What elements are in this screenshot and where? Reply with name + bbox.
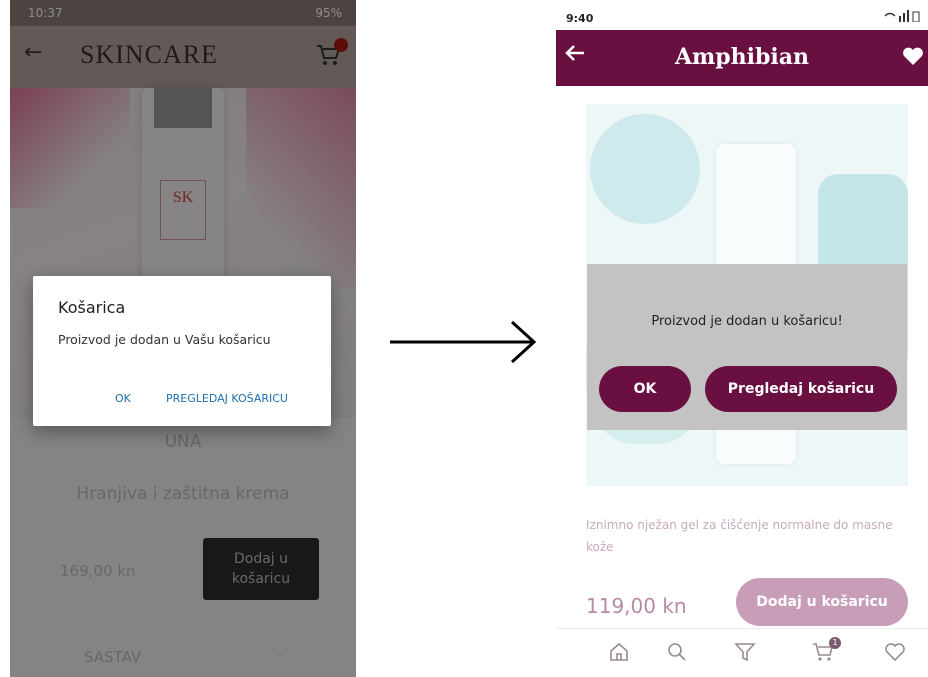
search-icon[interactable] xyxy=(666,641,688,663)
favorite-heart-icon[interactable] xyxy=(902,46,924,66)
filter-icon[interactable] xyxy=(734,641,756,663)
product-price: 119,00 kn xyxy=(586,594,687,618)
cart-dialog: Košarica Proizvod je dodan u Vašu košari… xyxy=(33,276,331,426)
cart-badge: 1 xyxy=(829,637,841,649)
app-title: Amphibian xyxy=(674,44,810,70)
app-bar: Amphibian xyxy=(556,30,928,86)
dialog-ok-button[interactable]: OK xyxy=(115,392,131,405)
bottom-nav: 1 xyxy=(556,628,928,677)
dialog-view-cart-button[interactable]: PREGLEDAJ KOŠARICU xyxy=(166,392,288,405)
product-description: Iznimno nježan gel za čišćenje normalne … xyxy=(586,518,893,554)
dialog-ok-button[interactable]: OK xyxy=(599,366,691,412)
add-to-cart-button[interactable]: Dodaj u košaricu xyxy=(736,578,908,626)
home-icon[interactable] xyxy=(608,641,630,663)
old-design-screen: 10:37 95% ← SKINCARE SK UNA Hranjiva i z… xyxy=(10,0,356,677)
new-design-screen: 9:40 Amphibian Proizvod je dodan u košar… xyxy=(556,0,928,677)
dialog-message: Proizvod je dodan u košaricu! xyxy=(651,314,843,329)
favorites-icon[interactable] xyxy=(884,641,906,663)
status-bar: 9:40 xyxy=(556,0,928,30)
transition-arrow-icon xyxy=(390,320,537,364)
signal-icons xyxy=(884,10,920,22)
status-time: 9:40 xyxy=(566,12,594,25)
cart-dialog: Proizvod je dodan u košaricu! OK Pregled… xyxy=(587,264,907,430)
dialog-title: Košarica xyxy=(58,298,126,317)
dialog-view-cart-button[interactable]: Pregledaj košaricu xyxy=(705,366,897,412)
dialog-message: Proizvod je dodan u Vašu košaricu xyxy=(58,332,271,347)
